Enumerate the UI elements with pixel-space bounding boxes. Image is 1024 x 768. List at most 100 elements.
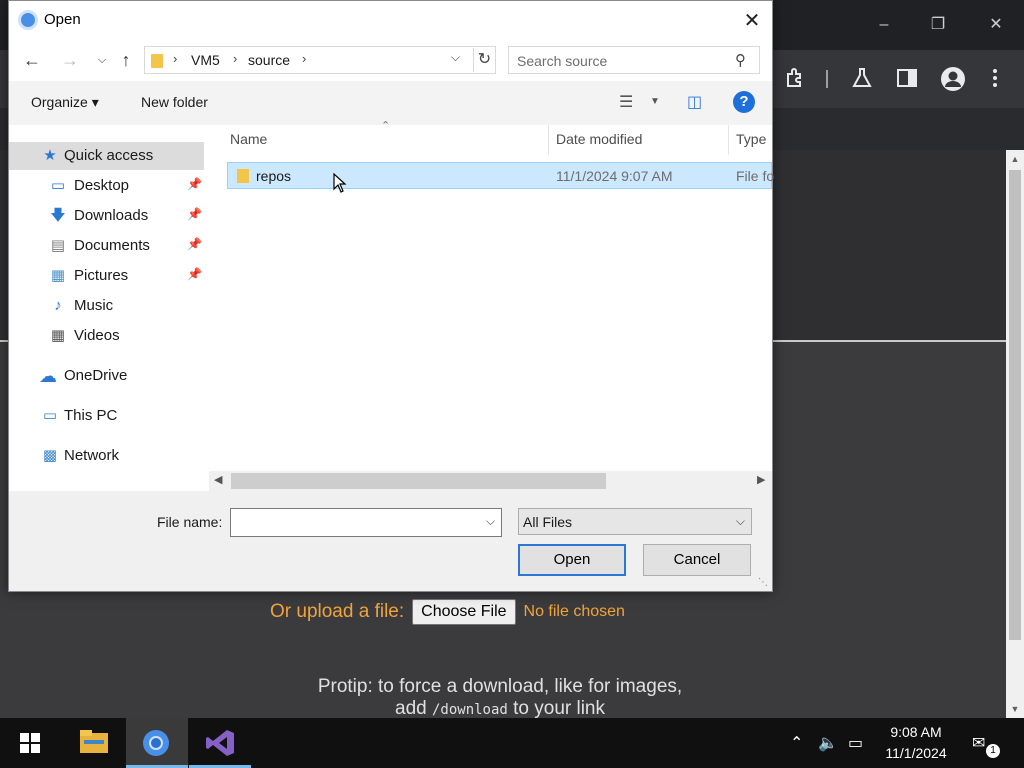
navigation-pane: ★ Quick access ▭ Desktop 📌 🡇 Downloads 📌… — [9, 125, 209, 491]
scroll-down-icon[interactable]: ▼ — [1006, 700, 1024, 718]
restore-icon[interactable]: ❐ — [924, 12, 952, 38]
sidebar-item-label: Quick access — [64, 147, 154, 164]
breadcrumb-separator-icon[interactable]: › — [233, 51, 237, 66]
file-type-select[interactable]: All Files ⌵ — [518, 508, 752, 535]
breadcrumb-vm5[interactable]: VM5 — [191, 52, 220, 68]
file-name-dropdown-icon[interactable]: ⌵ — [486, 514, 495, 529]
extensions-icon[interactable] — [784, 66, 810, 92]
sidebar-item-music[interactable]: ♪ Music — [9, 292, 204, 320]
folder-icon — [237, 169, 249, 183]
chrome-app-icon — [18, 10, 38, 30]
back-arrow-icon[interactable]: ← — [21, 49, 43, 71]
choose-file-button[interactable]: Choose File — [412, 599, 516, 625]
new-folder-button[interactable]: New folder — [141, 94, 208, 110]
chevron-down-icon: ⌵ — [735, 514, 745, 528]
column-header-name[interactable]: Name — [230, 131, 267, 147]
scroll-left-icon[interactable]: ◀ — [214, 473, 222, 486]
sidebar-item-desktop[interactable]: ▭ Desktop 📌 — [9, 172, 204, 200]
column-divider[interactable] — [728, 125, 729, 155]
breadcrumb-separator-icon[interactable]: › — [302, 51, 306, 66]
cancel-button[interactable]: Cancel — [643, 544, 751, 576]
cloud-icon: ☁ — [39, 366, 57, 386]
sidebar-item-label: Desktop — [74, 177, 130, 194]
folder-icon — [151, 54, 163, 68]
side-panel-icon[interactable] — [895, 66, 921, 92]
organize-button[interactable]: Organize ▾ — [31, 94, 99, 111]
file-explorer-icon — [80, 730, 108, 753]
sidebar-item-downloads[interactable]: 🡇 Downloads 📌 — [9, 202, 204, 230]
address-dropdown-icon[interactable]: ⌵ — [451, 50, 460, 65]
sidebar-item-label: Pictures — [74, 267, 129, 284]
sidebar-item-label: Network — [64, 447, 120, 464]
network-status-icon[interactable]: ▭ — [848, 733, 863, 753]
scroll-thumb[interactable] — [1009, 170, 1021, 640]
close-window-icon[interactable]: ✕ — [982, 12, 1010, 38]
file-type-value: All Files — [523, 514, 573, 530]
help-icon[interactable]: ? — [733, 91, 755, 113]
documents-icon: ▤ — [50, 237, 66, 254]
breadcrumb-source[interactable]: source — [248, 52, 290, 68]
profile-avatar-icon[interactable] — [940, 66, 966, 92]
view-dropdown-icon[interactable]: ▼ — [650, 96, 660, 107]
downloads-icon: 🡇 — [50, 207, 66, 224]
forward-arrow-icon[interactable]: → — [59, 49, 81, 71]
sidebar-item-network[interactable]: ▩ Network — [9, 442, 204, 470]
menu-kebab-icon[interactable] — [990, 66, 1016, 92]
column-divider[interactable] — [548, 125, 549, 155]
search-box[interactable]: Search source ⚲ — [508, 46, 760, 74]
dialog-close-icon[interactable]: ✕ — [737, 7, 767, 35]
music-icon: ♪ — [54, 297, 62, 314]
system-clock[interactable]: 9:08 AM 11/1/2024 — [868, 722, 964, 764]
sidebar-item-pictures[interactable]: ▦ Pictures 📌 — [9, 262, 204, 290]
sidebar-item-label: Videos — [74, 327, 120, 344]
horizontal-scrollbar[interactable]: ◀ ▶ — [209, 471, 772, 491]
resize-grip-icon[interactable]: ⋱ — [758, 577, 768, 588]
scroll-right-icon[interactable]: ▶ — [757, 473, 765, 486]
column-header-type[interactable]: Type — [736, 131, 766, 147]
sidebar-item-documents[interactable]: ▤ Documents 📌 — [9, 232, 204, 260]
minimize-icon[interactable]: – — [870, 12, 898, 38]
scroll-up-icon[interactable]: ▲ — [1006, 150, 1024, 168]
clock-date: 11/1/2024 — [885, 745, 947, 761]
no-file-label: No file chosen — [523, 603, 625, 620]
file-row-repos[interactable]: repos 11/1/2024 9:07 AM File fo — [227, 162, 774, 189]
column-header-date-modified[interactable]: Date modified — [556, 131, 642, 147]
view-options-icon[interactable]: ☰ — [619, 92, 633, 112]
show-hidden-icons-chevron-icon[interactable]: ⌃ — [790, 733, 803, 753]
file-name-input[interactable] — [230, 508, 502, 537]
protip-text: Protip: to force a download, like for im… — [250, 676, 750, 721]
pin-icon: 📌 — [187, 207, 202, 221]
action-center-icon[interactable]: ✉ — [972, 733, 985, 753]
open-button[interactable]: Open — [518, 544, 626, 576]
address-bar[interactable]: › VM5 › source › ⌵ ↻ — [144, 46, 496, 74]
dialog-footer: File name: ⌵ All Files ⌵ Open Cancel ⋱ — [9, 491, 772, 591]
videos-icon: ▦ — [50, 327, 66, 344]
open-file-dialog: Open ✕ ← → ⌵ ↑ › VM5 › source › ⌵ ↻ Sear… — [8, 0, 774, 592]
pin-icon: 📌 — [187, 237, 202, 251]
protip-tail: to your link — [513, 698, 605, 719]
windows-logo-icon — [20, 733, 40, 753]
start-button[interactable] — [0, 718, 62, 768]
search-input[interactable]: Search source — [517, 53, 607, 69]
toolbar-divider — [826, 70, 828, 88]
scroll-thumb[interactable] — [231, 473, 606, 489]
notification-count-badge: 1 — [986, 744, 1000, 758]
sidebar-item-quick-access[interactable]: ★ Quick access — [9, 142, 204, 170]
up-arrow-icon[interactable]: ↑ — [115, 49, 137, 71]
sidebar-item-this-pc[interactable]: ▭ This PC — [9, 402, 204, 430]
search-icon[interactable]: ⚲ — [735, 51, 746, 69]
page-scrollbar[interactable]: ▲ ▼ — [1006, 150, 1024, 718]
breadcrumb-separator-icon[interactable]: › — [173, 51, 177, 66]
preview-pane-icon[interactable]: ◫ — [687, 92, 702, 112]
labs-flask-icon[interactable] — [850, 66, 876, 92]
file-explorer-taskbar-button[interactable] — [63, 718, 125, 768]
visual-studio-taskbar-button[interactable] — [189, 718, 251, 768]
sidebar-item-videos[interactable]: ▦ Videos — [9, 322, 204, 350]
recent-locations-chevron-icon[interactable]: ⌵ — [91, 49, 113, 71]
chrome-taskbar-button[interactable] — [126, 718, 188, 768]
mouse-cursor-icon — [333, 173, 347, 193]
sidebar-item-onedrive[interactable]: ☁ OneDrive — [9, 362, 204, 390]
refresh-icon[interactable]: ↻ — [473, 48, 495, 72]
volume-icon[interactable]: 🔈 — [818, 733, 838, 753]
taskbar: ⌃ 🔈 ▭ 9:08 AM 11/1/2024 ✉ 1 — [0, 718, 1024, 768]
